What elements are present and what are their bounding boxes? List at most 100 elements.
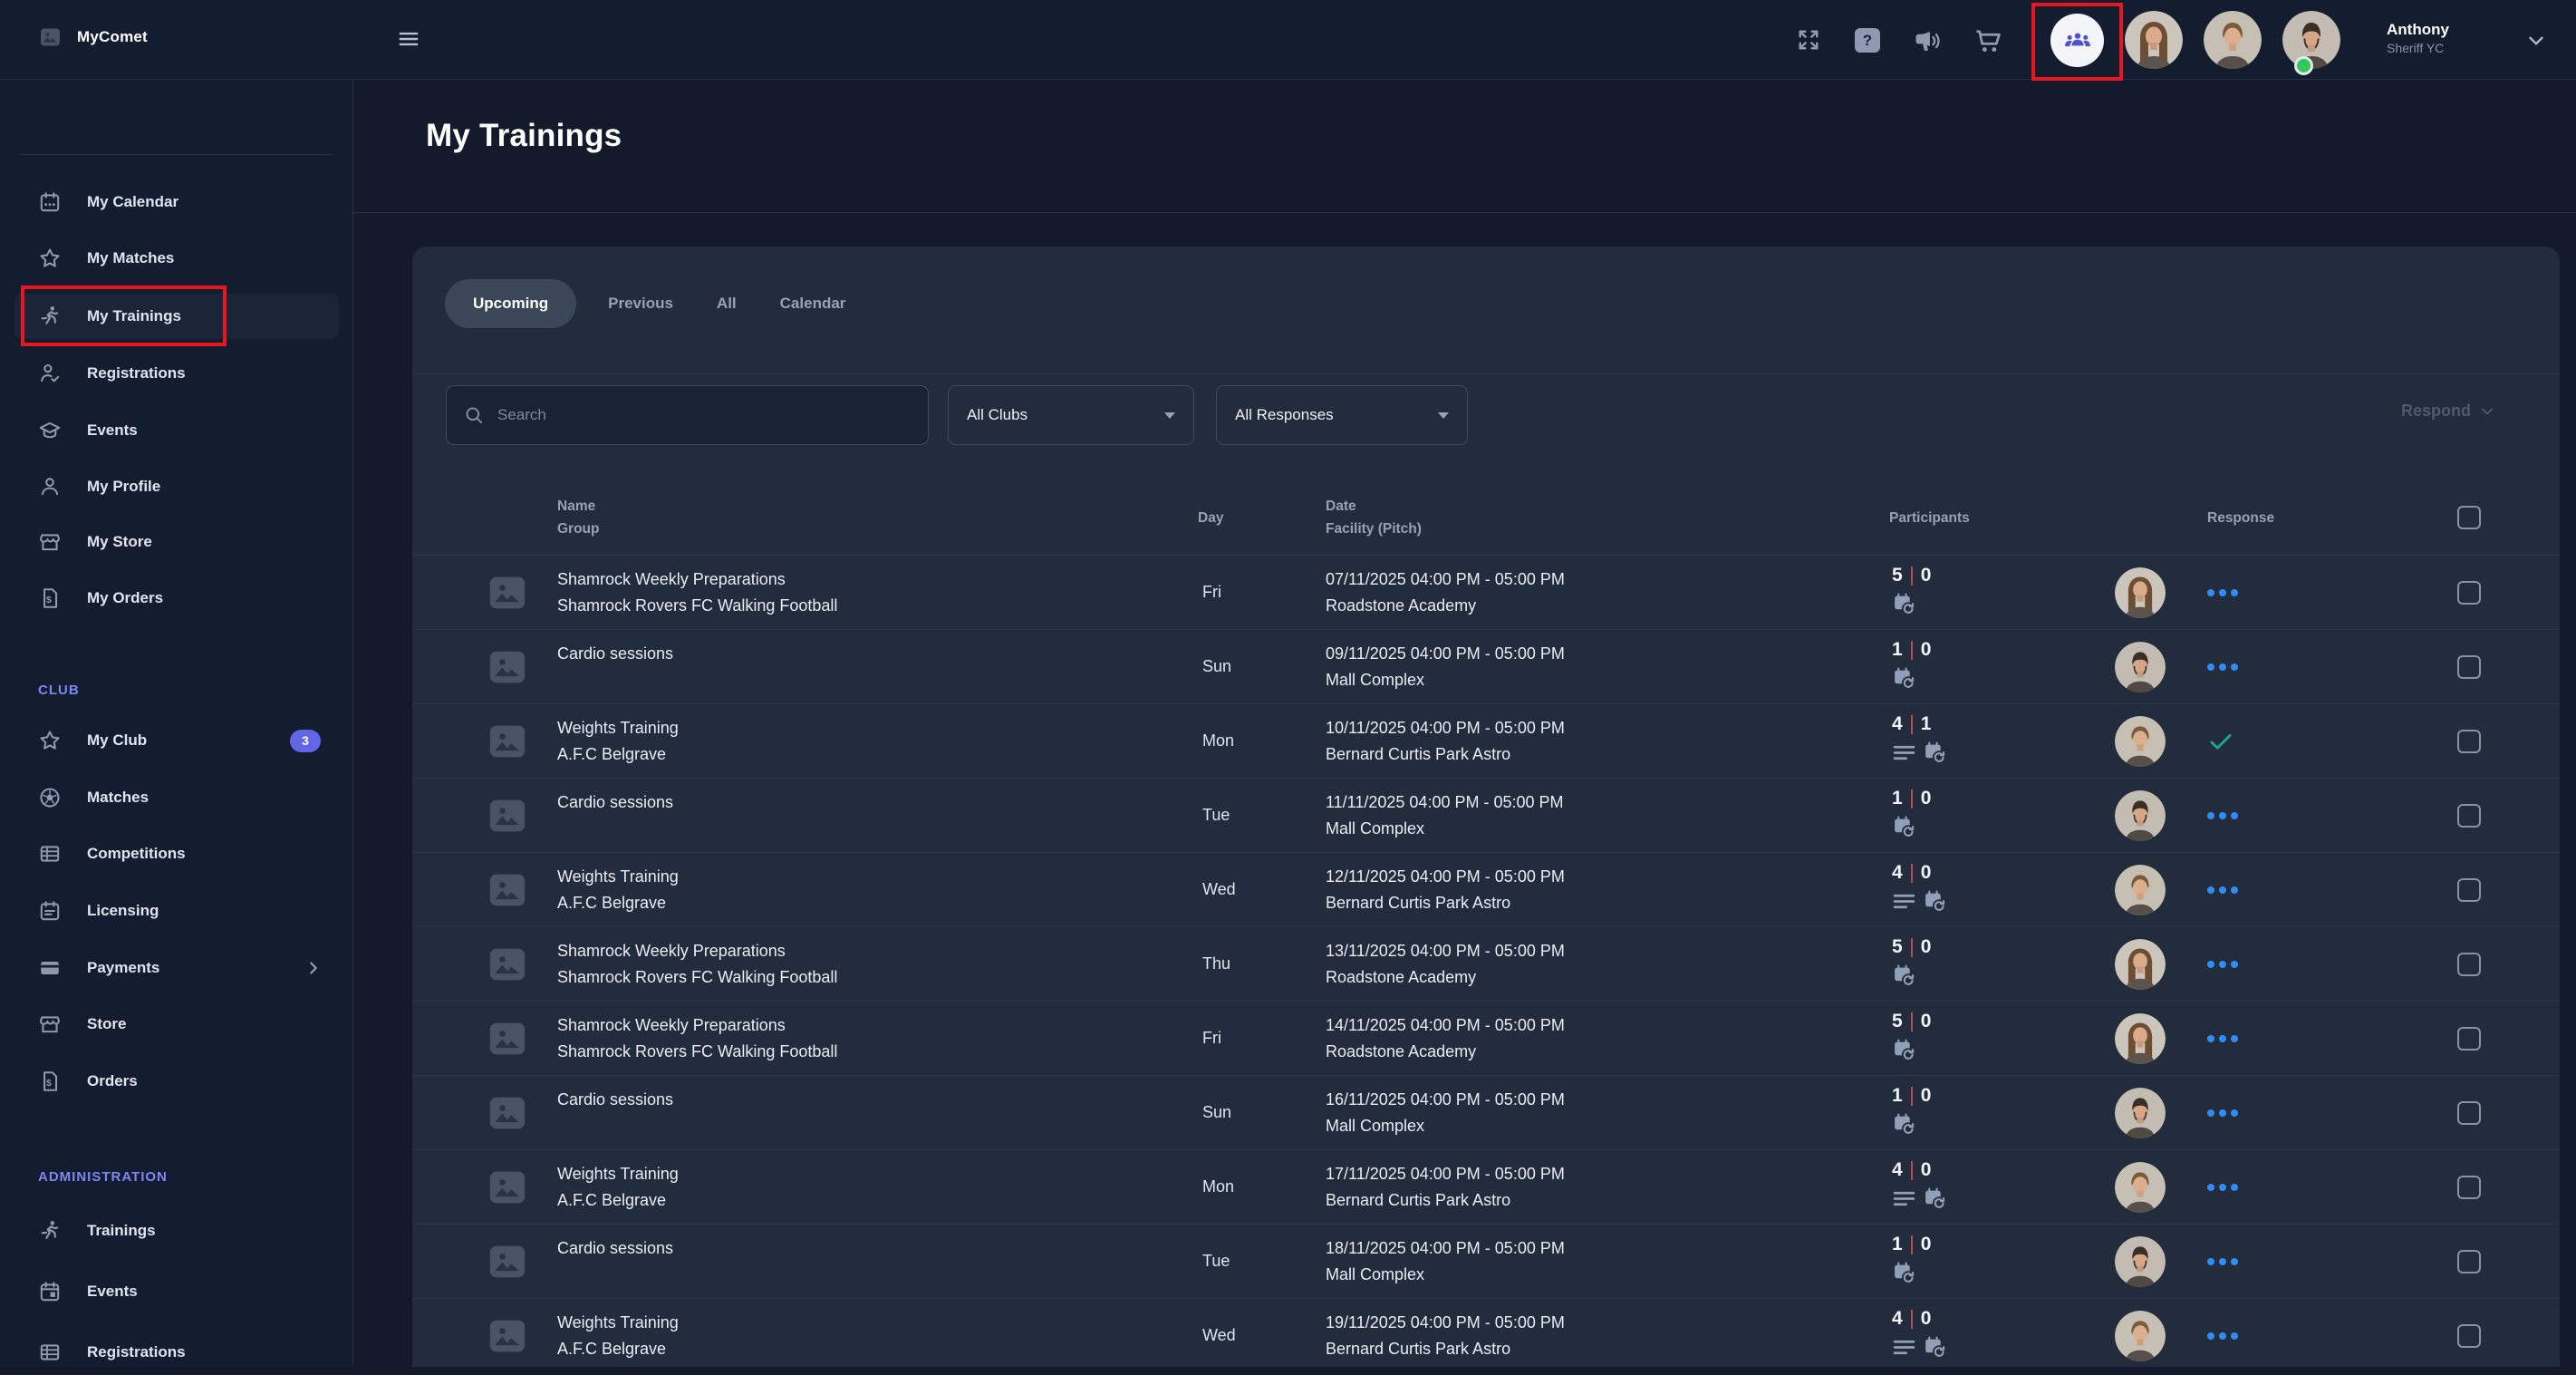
table-row[interactable]: Cardio sessions Sun 09/11/2025 04:00 PM … — [412, 630, 2560, 704]
sidebar-item-my-orders[interactable]: My Orders — [14, 576, 339, 621]
tab-all[interactable]: All — [695, 295, 758, 313]
hamburger-menu-icon[interactable] — [397, 27, 420, 51]
row-checkbox[interactable] — [2457, 1176, 2481, 1199]
response-filter-value: All Responses — [1235, 406, 1334, 424]
row-checkbox[interactable] — [2457, 1101, 2481, 1125]
row-checkbox[interactable] — [2457, 730, 2481, 753]
sidebar-item-admin-trainings[interactable]: Trainings — [14, 1208, 339, 1254]
chevron-down-icon[interactable] — [2524, 29, 2548, 53]
training-date: 10/11/2025 04:00 PM - 05:00 PM — [1326, 715, 1889, 741]
sidebar-item-label: Licensing — [87, 902, 159, 920]
help-icon[interactable]: ? — [1855, 28, 1880, 53]
recurring-calendar-icon — [1892, 1112, 1916, 1137]
table-row[interactable]: Weights Training A.F.C Belgrave Wed 12/1… — [412, 853, 2560, 927]
star-icon — [38, 247, 62, 270]
club-filter-dropdown[interactable]: All Clubs — [948, 385, 1194, 445]
sidebar-item-my-store[interactable]: My Store — [14, 519, 339, 565]
response-status — [2207, 1258, 2451, 1265]
table-row[interactable]: Cardio sessions Sun 16/11/2025 04:00 PM … — [412, 1076, 2560, 1150]
table-row[interactable]: Shamrock Weekly Preparations Shamrock Ro… — [412, 1002, 2560, 1076]
sidebar-item-my-club[interactable]: My Club 3 — [14, 718, 339, 763]
participant-avatar — [2115, 1162, 2166, 1213]
tab-bar: Upcoming Previous All Calendar — [445, 279, 867, 328]
tab-upcoming[interactable]: Upcoming — [445, 279, 576, 328]
row-checkbox[interactable] — [2457, 1324, 2481, 1348]
cart-icon[interactable] — [1973, 26, 2003, 56]
table-row[interactable]: Weights Training A.F.C Belgrave Mon 10/1… — [412, 704, 2560, 779]
table-header: Name Group Day Date Facility (Pitch) Par… — [412, 480, 2560, 556]
sidebar-item-my-matches[interactable]: My Matches — [14, 236, 339, 281]
calendar-lines-icon — [38, 899, 62, 923]
table-row[interactable]: Shamrock Weekly Preparations Shamrock Ro… — [412, 556, 2560, 630]
row-checkbox[interactable] — [2457, 655, 2481, 679]
select-all-checkbox[interactable] — [2457, 506, 2481, 529]
fullscreen-icon[interactable] — [1795, 26, 1822, 53]
training-facility: Roadstone Academy — [1326, 593, 1889, 619]
sidebar-item-matches[interactable]: Matches — [14, 775, 339, 820]
response-status — [2207, 1184, 2451, 1191]
sidebar-item-label: My Club — [87, 731, 147, 750]
column-header-day: Day — [1198, 507, 1326, 529]
row-checkbox[interactable] — [2457, 804, 2481, 828]
participant-avatar — [2115, 1236, 2166, 1287]
sidebar-item-orders[interactable]: Orders — [14, 1059, 339, 1104]
pending-dots-icon — [2207, 1332, 2238, 1340]
attendance-list-icon — [1892, 1335, 1916, 1360]
sidebar-section-club: CLUB — [38, 683, 80, 698]
table-row[interactable]: Shamrock Weekly Preparations Shamrock Ro… — [412, 927, 2560, 1002]
table-row[interactable]: Weights Training A.F.C Belgrave Mon 17/1… — [412, 1150, 2560, 1225]
respond-button[interactable]: Respond — [2401, 402, 2496, 421]
table-row[interactable]: Weights Training A.F.C Belgrave Wed 19/1… — [412, 1299, 2560, 1367]
training-image-placeholder-icon — [487, 870, 528, 910]
tab-calendar[interactable]: Calendar — [758, 295, 868, 313]
row-checkbox[interactable] — [2457, 581, 2481, 605]
search-input[interactable] — [497, 406, 912, 424]
search-icon — [463, 404, 485, 426]
table-row[interactable]: Cardio sessions Tue 11/11/2025 04:00 PM … — [412, 779, 2560, 853]
participants-count: 1 0 — [1892, 786, 2115, 811]
row-checkbox[interactable] — [2457, 1027, 2481, 1051]
header-avatar-1[interactable] — [2125, 11, 2183, 69]
app-logo: MyComet — [38, 26, 148, 48]
sidebar-item-my-trainings[interactable]: My Trainings — [14, 294, 339, 339]
row-checkbox[interactable] — [2457, 1250, 2481, 1273]
sidebar-item-registrations[interactable]: Registrations — [14, 351, 339, 396]
table-row[interactable]: Cardio sessions Tue 18/11/2025 04:00 PM … — [412, 1225, 2560, 1299]
row-checkbox[interactable] — [2457, 878, 2481, 902]
training-flags — [1892, 1038, 2115, 1062]
response-status — [2207, 886, 2451, 894]
user-menu[interactable]: Anthony Sheriff YC — [2387, 20, 2449, 56]
response-status — [2207, 812, 2451, 819]
training-flags — [1892, 963, 2115, 988]
training-day: Wed — [1198, 1326, 1326, 1345]
response-filter-dropdown[interactable]: All Responses — [1216, 385, 1468, 445]
sidebar-item-admin-events[interactable]: Events — [14, 1269, 339, 1314]
sidebar-item-my-calendar[interactable]: My Calendar — [14, 179, 339, 225]
response-status — [2207, 663, 2451, 671]
row-checkbox[interactable] — [2457, 953, 2481, 976]
training-image-placeholder-icon — [487, 944, 528, 984]
invoice-icon — [38, 1070, 62, 1093]
recurring-calendar-icon — [1892, 815, 1916, 839]
sidebar-item-payments[interactable]: Payments — [14, 945, 339, 991]
sidebar-item-licensing[interactable]: Licensing — [14, 888, 339, 934]
team-members-button[interactable] — [2050, 14, 2104, 67]
table-icon — [38, 842, 62, 866]
training-day: Sun — [1198, 657, 1326, 676]
pending-dots-icon — [2207, 663, 2238, 671]
runner-icon — [38, 305, 62, 328]
search-box — [446, 385, 929, 445]
sidebar-item-admin-registrations[interactable]: Registrations — [14, 1330, 339, 1375]
participant-avatar — [2115, 716, 2166, 767]
announcements-icon[interactable] — [1912, 26, 1942, 56]
training-day: Thu — [1198, 954, 1326, 973]
header-avatar-2[interactable] — [2204, 11, 2262, 69]
sidebar-item-competitions[interactable]: Competitions — [14, 831, 339, 876]
sidebar-item-label: Competitions — [87, 845, 186, 863]
sidebar-item-events[interactable]: Events — [14, 408, 339, 453]
sidebar-item-my-profile[interactable]: My Profile — [14, 464, 339, 509]
sidebar-item-label: Payments — [87, 959, 159, 977]
column-header-participants: Participants — [1889, 507, 2115, 529]
sidebar-item-store[interactable]: Store — [14, 1002, 339, 1047]
tab-previous[interactable]: Previous — [586, 295, 695, 313]
